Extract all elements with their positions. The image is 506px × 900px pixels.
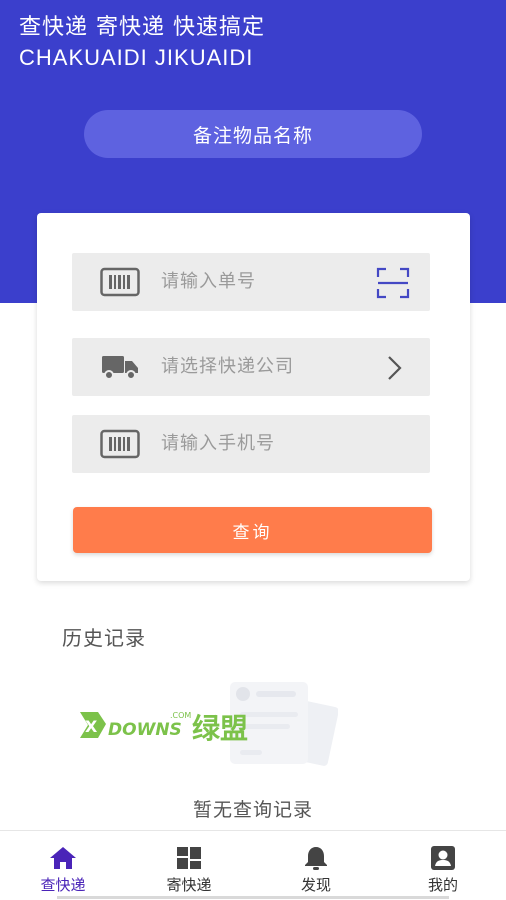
- tab-bar-scroll-indicator: [57, 896, 449, 899]
- svg-text:X: X: [85, 717, 98, 736]
- barcode-icon: [100, 429, 140, 459]
- watermark-logo: X DOWNS .COM 绿盟: [80, 711, 248, 745]
- slogan-english: CHAKUAIDI JIKUAIDI: [19, 45, 254, 70]
- phone-number-input[interactable]: 请输入手机号: [72, 415, 430, 473]
- tracking-number-input[interactable]: 请输入单号: [72, 253, 430, 311]
- watermark-domain: .COM: [170, 711, 191, 720]
- express-company-select[interactable]: 请选择快递公司: [72, 338, 430, 396]
- home-icon: [50, 847, 76, 869]
- tab-discover[interactable]: 发现: [253, 831, 379, 900]
- bell-icon: [305, 847, 327, 870]
- tracking-number-placeholder: 请输入单号: [161, 271, 256, 292]
- profile-icon: [431, 846, 455, 870]
- note-item-name-button[interactable]: 备注物品名称: [84, 110, 422, 158]
- tab-label: 发现: [300, 876, 331, 894]
- watermark-brand-cn: 绿盟: [192, 712, 248, 745]
- tab-label: 寄快递: [166, 876, 212, 894]
- phone-number-placeholder: 请输入手机号: [161, 433, 275, 454]
- query-card: 请输入单号 请选择快递公司 请输入手机号 查询: [37, 213, 470, 581]
- bottom-tab-bar: 查快递 寄快递 发现 我的: [0, 830, 506, 900]
- grid-icon: [177, 847, 201, 869]
- tab-label: 查快递: [40, 876, 86, 894]
- express-company-placeholder: 请选择快递公司: [161, 356, 294, 377]
- tab-label: 我的: [427, 876, 458, 894]
- tab-profile[interactable]: 我的: [380, 831, 506, 900]
- barcode-icon: [100, 267, 140, 297]
- empty-history-text: 暂无查询记录: [192, 799, 313, 821]
- history-title: 历史记录: [62, 626, 146, 650]
- slogan-chinese: 查快递 寄快递 快速搞定: [19, 15, 265, 40]
- truck-icon: [102, 356, 138, 380]
- tab-send-express[interactable]: 寄快递: [126, 831, 252, 900]
- scan-icon[interactable]: [376, 267, 410, 299]
- watermark-brand: DOWNS: [108, 720, 182, 740]
- tab-track-express[interactable]: 查快递: [0, 831, 126, 900]
- chevron-right-icon: [388, 356, 402, 380]
- query-button[interactable]: 查询: [73, 507, 432, 553]
